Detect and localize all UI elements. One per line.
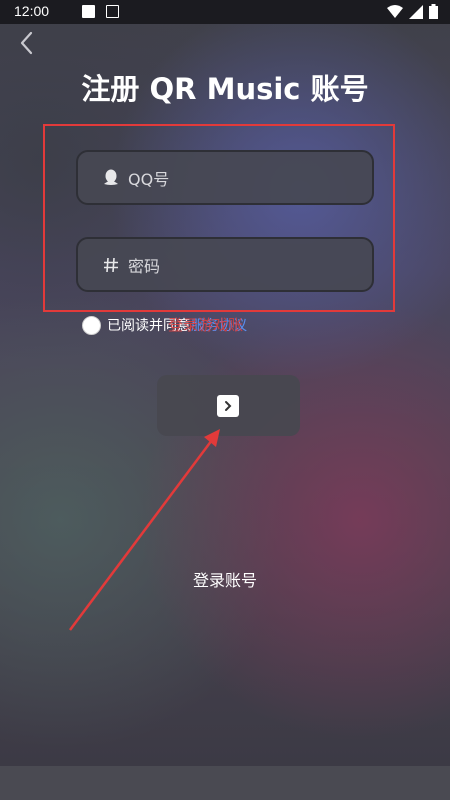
status-time: 12:00 — [14, 3, 50, 19]
qq-placeholder: QQ号 — [128, 169, 170, 189]
status-bar: 12:00 — [0, 0, 450, 24]
page-title: 注册 QR Music 账号 — [81, 72, 369, 106]
back-arrow-icon[interactable] — [14, 30, 40, 56]
agree-radio[interactable] — [82, 315, 101, 335]
notification-icon — [82, 5, 95, 18]
battery-icon — [429, 4, 438, 19]
navigation-bar — [0, 766, 450, 800]
qq-penguin-icon — [102, 169, 120, 187]
app-notification-icon — [106, 5, 119, 18]
wifi-icon — [387, 4, 403, 18]
login-account-link[interactable]: 登录账号 — [0, 567, 450, 591]
qq-number-field[interactable]: QQ号 — [76, 150, 374, 205]
arrow-right-icon — [217, 395, 239, 417]
hash-icon — [102, 256, 120, 274]
signal-icon — [409, 4, 423, 19]
password-field[interactable]: 密码 — [76, 237, 374, 292]
register-next-button[interactable] — [157, 375, 300, 436]
password-placeholder: 密码 — [128, 256, 161, 276]
overlay-annotation-text: 登录游戏账 — [168, 316, 244, 334]
